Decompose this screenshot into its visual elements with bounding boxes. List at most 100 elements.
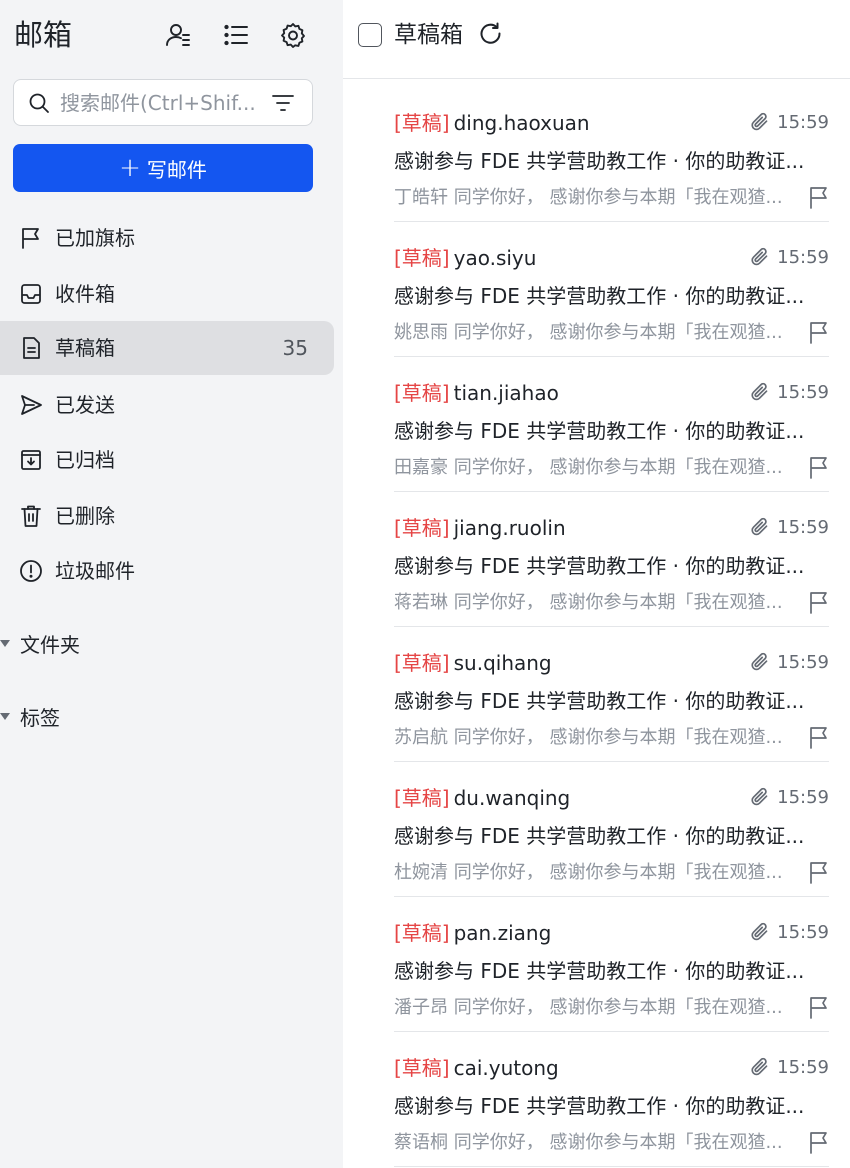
mail-preview: 杜婉清 同学你好， 感谢你参与本期「我在观猹... (394, 862, 783, 883)
sidebar-item-label: 已删除 (55, 504, 115, 528)
select-all-checkbox[interactable] (358, 23, 382, 47)
draft-tag: [草稿] (394, 516, 450, 540)
mail-subject: 感谢参与 FDE 共学营助教工作 · 你的助教证... (394, 149, 805, 173)
settings-button[interactable] (279, 21, 307, 49)
flag-icon[interactable] (808, 455, 830, 479)
trash-icon (21, 505, 41, 527)
mail-time: 15:59 (777, 247, 829, 268)
mail-recipient: ding.haoxuan (453, 111, 590, 135)
mail-list-item[interactable]: [草稿] ding.haoxuan 15:59 感谢参与 FDE 共学营助教工作 · … (394, 87, 829, 222)
mail-preview: 苏启航 同学你好， 感谢你参与本期「我在观猹... (394, 727, 783, 748)
mail-list-item[interactable]: [草稿] tian.jiahao 15:59 感谢参与 FDE 共学营助教工作 · 你… (394, 357, 829, 492)
mail-header-line: [草稿] ding.haoxuan (394, 109, 590, 137)
mail-list-item[interactable]: [草稿] su.qihang 15:59 感谢参与 FDE 共学营助教工作 · 你的助… (394, 627, 829, 762)
mail-preview: 蒋若琳 同学你好， 感谢你参与本期「我在观猹... (394, 592, 783, 613)
mail-list-item[interactable]: [草稿] yao.siyu 15:59 感谢参与 FDE 共学营助教工作 · 你的助教… (394, 222, 829, 357)
attachment-icon (751, 922, 768, 941)
mail-header-line: [草稿] su.qihang (394, 649, 552, 677)
mail-subject: 感谢参与 FDE 共学营助教工作 · 你的助教证... (394, 824, 805, 848)
contacts-icon (166, 24, 190, 46)
draft-tag: [草稿] (394, 1056, 450, 1080)
sidebar-item-inbox[interactable]: 收件箱 (0, 267, 334, 321)
mail-list-item[interactable]: [草稿] cai.yutong 15:59 感谢参与 FDE 共学营助教工作 · 你的… (394, 1032, 829, 1167)
mail-list-item[interactable]: [草稿] pan.ziang 15:59 感谢参与 FDE 共学营助教工作 · 你的助… (394, 897, 829, 1032)
sidebar-item-archived[interactable]: 已归档 (0, 433, 334, 487)
mail-preview: 田嘉豪 同学你好， 感谢你参与本期「我在观猹... (394, 457, 783, 478)
draft-tag: [草稿] (394, 111, 450, 135)
sidebar: 邮箱 搜索邮件(Ctrl+Shif... + 写邮件 已加旗标 收件箱 草稿箱 … (0, 0, 343, 1168)
labels-group[interactable]: 标签 (0, 698, 200, 738)
mail-header-line: [草稿] yao.siyu (394, 244, 536, 272)
caret-down-icon (0, 640, 10, 647)
sidebar-item-label: 已发送 (55, 393, 115, 417)
attachment-icon (751, 382, 768, 401)
archive-icon (21, 450, 41, 470)
sidebar-item-count: 35 (282, 336, 308, 360)
mail-header-line: [草稿] tian.jiahao (394, 379, 559, 407)
folders-group[interactable]: 文件夹 (0, 625, 200, 665)
draft-tag: [草稿] (394, 246, 450, 270)
mail-recipient: yao.siyu (453, 246, 537, 270)
draft-icon (23, 337, 40, 359)
attachment-icon (751, 787, 768, 806)
flag-icon[interactable] (808, 725, 830, 749)
attachment-icon (751, 112, 768, 131)
mail-recipient: su.qihang (453, 651, 552, 675)
sidebar-item-label: 已加旗标 (55, 226, 135, 250)
mail-recipient: du.wanqing (453, 786, 571, 810)
mail-subject: 感谢参与 FDE 共学营助教工作 · 你的助教证... (394, 419, 805, 443)
attachment-icon (751, 517, 768, 536)
spam-icon (20, 560, 42, 582)
app-title: 邮箱 (14, 18, 73, 52)
flag-icon[interactable] (808, 860, 830, 884)
search-box (13, 79, 313, 126)
mail-recipient: tian.jiahao (453, 381, 559, 405)
send-icon (21, 395, 42, 415)
labels-label: 标签 (20, 706, 60, 730)
sidebar-item-sent[interactable]: 已发送 (0, 378, 334, 432)
mail-list-panel: 草稿箱 [草稿] ding.haoxuan 15:59 感谢参与 FDE 共学营助教工… (343, 0, 850, 1168)
filter-icon[interactable] (271, 92, 295, 114)
mail-preview: 蔡语桐 同学你好， 感谢你参与本期「我在观猹... (394, 1132, 783, 1153)
sidebar-item-flagged[interactable]: 已加旗标 (0, 211, 334, 265)
draft-tag: [草稿] (394, 651, 450, 675)
mail-header-line: [草稿] du.wanqing (394, 784, 570, 812)
caret-down-icon (0, 713, 10, 720)
sidebar-item-label: 垃圾邮件 (55, 559, 135, 583)
sidebar-item-drafts[interactable]: 草稿箱 35 (0, 321, 334, 375)
draft-tag: [草稿] (394, 921, 450, 945)
mail-recipient: cai.yutong (453, 1056, 559, 1080)
flag-icon[interactable] (808, 320, 830, 344)
mail-preview: 姚思雨 同学你好， 感谢你参与本期「我在观猹... (394, 322, 783, 343)
refresh-icon[interactable] (478, 21, 504, 47)
list-view-button[interactable] (222, 21, 250, 49)
mail-header-line: [草稿] cai.yutong (394, 1054, 559, 1082)
mail-list-item[interactable]: [草稿] jiang.ruolin 15:59 感谢参与 FDE 共学营助教工作 · … (394, 492, 829, 627)
flag-icon[interactable] (808, 1130, 830, 1154)
sidebar-item-spam[interactable]: 垃圾邮件 (0, 544, 334, 598)
plus-icon: + (119, 153, 141, 183)
sidebar-item-deleted[interactable]: 已删除 (0, 489, 334, 543)
compose-button[interactable]: + 写邮件 (13, 144, 313, 192)
contacts-button[interactable] (164, 21, 192, 49)
flag-icon[interactable] (808, 590, 830, 614)
list-icon (224, 24, 248, 46)
flag-icon[interactable] (808, 185, 830, 209)
inbox-icon (21, 284, 41, 304)
search-input[interactable] (60, 89, 266, 117)
mail-preview: 丁皓轩 同学你好， 感谢你参与本期「我在观猹... (394, 187, 783, 208)
mail-list-item[interactable]: [草稿] du.wanqing 15:59 感谢参与 FDE 共学营助教工作 · 你的… (394, 762, 829, 897)
mail-preview: 潘子昂 同学你好， 感谢你参与本期「我在观猹... (394, 997, 783, 1018)
sidebar-item-label: 草稿箱 (55, 336, 115, 360)
flag-icon[interactable] (808, 995, 830, 1019)
folder-title: 草稿箱 (394, 22, 463, 48)
mail-subject: 感谢参与 FDE 共学营助教工作 · 你的助教证... (394, 284, 805, 308)
mail-subject: 感谢参与 FDE 共学营助教工作 · 你的助教证... (394, 689, 805, 713)
mail-list-header: 草稿箱 (343, 0, 850, 79)
mail-time: 15:59 (777, 382, 829, 403)
mail-header-line: [草稿] jiang.ruolin (394, 514, 566, 542)
sidebar-item-label: 已归档 (55, 448, 115, 472)
mail-header-line: [草稿] pan.ziang (394, 919, 551, 947)
mail-subject: 感谢参与 FDE 共学营助教工作 · 你的助教证... (394, 1094, 805, 1118)
mail-time: 15:59 (777, 112, 829, 133)
